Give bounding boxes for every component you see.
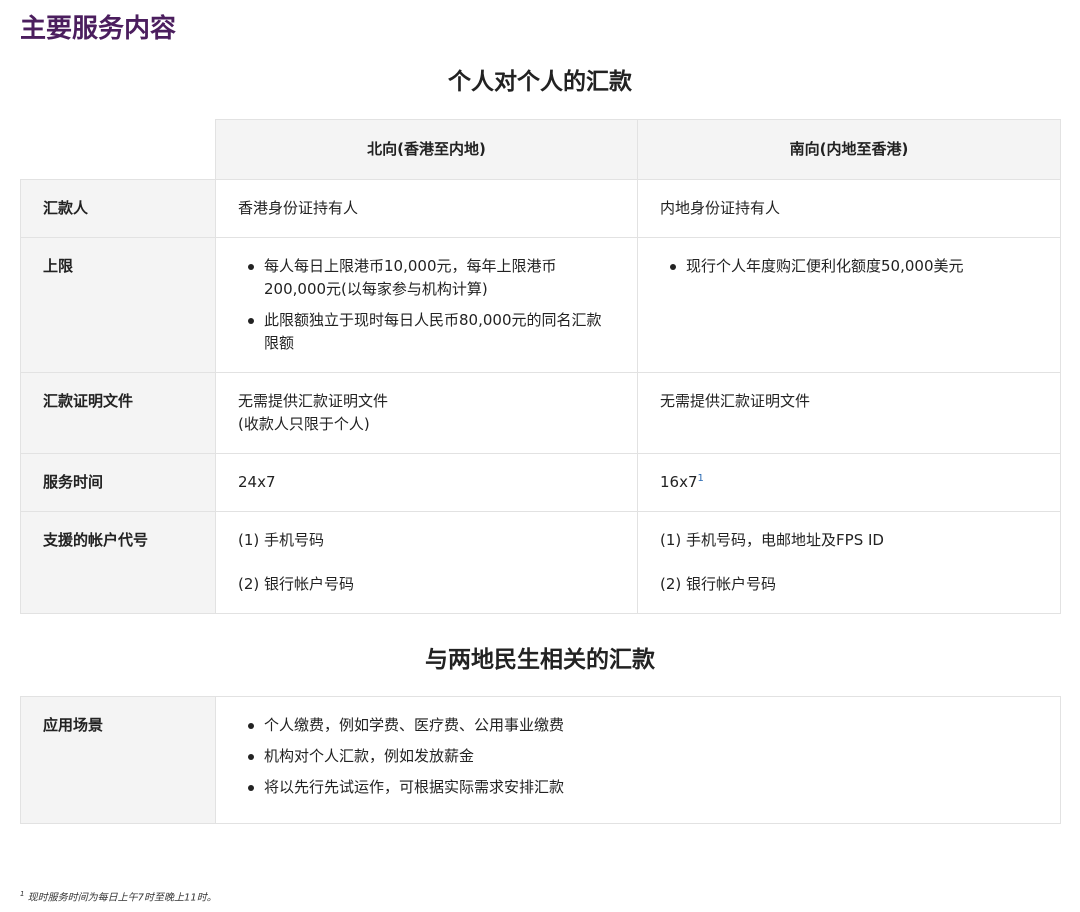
section-title-livelihood: 与两地民生相关的汇款 [425,647,655,673]
cell-docs-south: 无需提供汇款证明文件 [637,372,1061,454]
table-row-docs: 汇款证明文件 无需提供汇款证明文件 (收款人只限于个人) 无需提供汇款证明文件 [20,372,1061,454]
accounts-north-item: (1) 手机号码 [238,531,325,549]
page: 主要服务内容 个人对个人的汇款 北向(香港至内地) 南向(内地至香港) 汇款人 … [0,0,1080,912]
row-label-limit: 上限 [20,237,216,373]
cell-accounts-south: (1) 手机号码，电邮地址及FPS ID (2) 银行帐户号码 [637,511,1061,614]
cell-remitter-north: 香港身份证持有人 [215,179,638,238]
hours-south-value: 16x7 [660,473,698,491]
row-label-accounts: 支援的帐户代号 [20,511,216,614]
accounts-south-item: (1) 手机号码，电邮地址及FPS ID [660,531,884,549]
cell-remitter-south: 内地身份证持有人 [637,179,1061,238]
table-header-row: 北向(香港至内地) 南向(内地至香港) [20,119,1061,180]
list-item: 个人缴费，例如学费、医疗费、公用事业缴费 [242,714,1038,737]
scenarios-list: 个人缴费，例如学费、医疗费、公用事业缴费 机构对个人汇款，例如发放薪金 将以先行… [238,714,1038,799]
list-item: 机构对个人汇款，例如发放薪金 [242,745,1038,768]
docs-north-line1: 无需提供汇款证明文件 [238,392,389,410]
table-row-accounts: 支援的帐户代号 (1) 手机号码 (2) 银行帐户号码 (1) 手机号码，电邮地… [20,511,1061,614]
limit-north-list: 每人每日上限港币10,000元，每年上限港币200,000元(以每家参与机构计算… [238,255,615,355]
cell-limit-north: 每人每日上限港币10,000元，每年上限港币200,000元(以每家参与机构计算… [215,237,638,373]
footnote-marker: 1 [20,890,25,898]
table-row-limit: 上限 每人每日上限港币10,000元，每年上限港币200,000元(以每家参与机… [20,237,1061,373]
section-title-p2p: 个人对个人的汇款 [448,69,632,95]
footnote-text: 现时服务时间为每日上午7时至晚上11时。 [27,892,217,904]
table-corner-cell [20,119,216,180]
row-label-hours: 服务时间 [20,453,216,512]
cell-docs-north: 无需提供汇款证明文件 (收款人只限于个人) [215,372,638,454]
docs-north-line2: (收款人只限于个人) [238,415,370,433]
table-row-hours: 服务时间 24x7 16x71 [20,453,1061,512]
accounts-north-item: (2) 银行帐户号码 [238,575,355,593]
cell-hours-south: 16x71 [637,453,1061,512]
livelihood-remittance-table: 应用场景 个人缴费，例如学费、医疗费、公用事业缴费 机构对个人汇款，例如发放薪金… [20,696,1061,824]
column-header-southbound: 南向(内地至香港) [637,119,1061,180]
table-row-scenarios: 应用场景 个人缴费，例如学费、医疗费、公用事业缴费 机构对个人汇款，例如发放薪金… [20,696,1061,824]
list-item: 将以先行先试运作，可根据实际需求安排汇款 [242,776,1038,799]
footnote-ref-link[interactable]: 1 [698,473,704,484]
accounts-south-item: (2) 银行帐户号码 [660,575,777,593]
cell-limit-south: 现行个人年度购汇便利化额度50,000美元 [637,237,1061,373]
list-item: 每人每日上限港币10,000元，每年上限港币200,000元(以每家参与机构计算… [242,255,615,301]
row-label-scenarios: 应用场景 [20,696,216,824]
page-title: 主要服务内容 [20,14,177,44]
list-item: 现行个人年度购汇便利化额度50,000美元 [664,255,1038,278]
cell-hours-north: 24x7 [215,453,638,512]
cell-scenarios: 个人缴费，例如学费、医疗费、公用事业缴费 机构对个人汇款，例如发放薪金 将以先行… [215,696,1061,824]
row-label-remitter: 汇款人 [20,179,216,238]
limit-south-list: 现行个人年度购汇便利化额度50,000美元 [660,255,1038,278]
list-item: 此限额独立于现时每日人民币80,000元的同名汇款限额 [242,309,615,355]
footnote: 1 现时服务时间为每日上午7时至晚上11时。 [20,887,217,905]
column-header-northbound: 北向(香港至内地) [215,119,638,180]
row-label-docs: 汇款证明文件 [20,372,216,454]
cell-accounts-north: (1) 手机号码 (2) 银行帐户号码 [215,511,638,614]
p2p-remittance-table: 北向(香港至内地) 南向(内地至香港) 汇款人 香港身份证持有人 内地身份证持有… [20,119,1061,614]
table-row-remitter: 汇款人 香港身份证持有人 内地身份证持有人 [20,179,1061,238]
